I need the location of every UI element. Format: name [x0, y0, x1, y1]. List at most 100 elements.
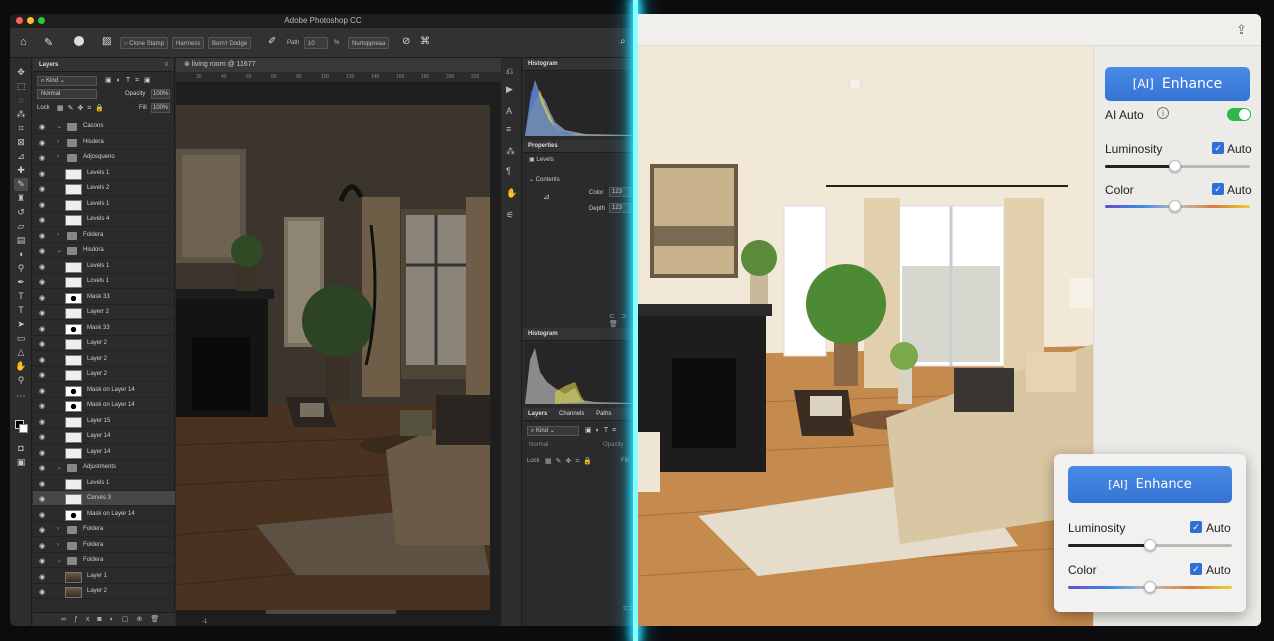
path-selection-icon[interactable]: ➤: [14, 318, 28, 331]
fill-field[interactable]: 100%: [151, 103, 170, 113]
visibility-eye-icon[interactable]: ◉: [39, 542, 45, 550]
visibility-eye-icon[interactable]: ◉: [39, 480, 45, 488]
visibility-eye-icon[interactable]: ◉: [39, 511, 45, 519]
brush-settings-icon[interactable]: ⚟: [506, 210, 514, 221]
clone-stamp-icon[interactable]: ♜: [14, 192, 28, 205]
expand-chevron-icon[interactable]: ⌄: [57, 123, 62, 130]
share-icon[interactable]: ⇪: [1236, 22, 1247, 38]
actions-icon[interactable]: ▶: [506, 84, 513, 95]
bottom-blend-mode[interactable]: Normal: [529, 442, 548, 448]
more-tools-icon[interactable]: ⋯: [14, 390, 28, 403]
history-brush-icon[interactable]: ↺: [14, 206, 28, 219]
floating-luminosity-slider[interactable]: [1068, 539, 1232, 551]
floating-luminosity-auto-checkbox[interactable]: ✓: [1190, 521, 1202, 533]
brush-preset-icon[interactable]: [74, 36, 84, 46]
history-icon[interactable]: ⎌: [506, 66, 513, 77]
canvas-photo-before[interactable]: [176, 105, 490, 610]
layer-row[interactable]: ◉ Mask on Layer 14: [33, 507, 175, 522]
layer-row[interactable]: ◉ Layer 14: [33, 445, 175, 460]
symmetry-icon[interactable]: ⌘: [420, 36, 430, 47]
canvas-photo-after[interactable]: [638, 46, 1093, 626]
quick-mask-icon[interactable]: ◘: [14, 442, 28, 455]
layer-row[interactable]: ◉ Levels 4: [33, 212, 175, 227]
visibility-eye-icon[interactable]: ◉: [39, 495, 45, 503]
bottom-kind-select[interactable]: ⌕ Kind ⌄: [527, 426, 579, 436]
floating-enhance-button[interactable]: [AI] Enhance: [1068, 466, 1232, 503]
clone-stamp-button[interactable]: ○ Clone Stamp: [120, 37, 168, 49]
layer-row[interactable]: ◉ Layer 2: [33, 336, 175, 351]
layer-row[interactable]: ◉ Mask 33: [33, 321, 175, 336]
type-vertical-icon[interactable]: T: [14, 304, 28, 317]
layer-row[interactable]: ◉ Cerves 3: [33, 491, 175, 506]
gradient-icon[interactable]: ▤: [14, 234, 28, 247]
depth-value-field[interactable]: 123: [609, 203, 631, 213]
layer-row[interactable]: ◉ › Adjosqueno: [33, 150, 175, 165]
marquee-tool-icon[interactable]: ⬚: [14, 80, 28, 93]
visibility-eye-icon[interactable]: ◉: [39, 185, 45, 193]
visibility-eye-icon[interactable]: ◉: [39, 294, 45, 302]
visibility-eye-icon[interactable]: ◉: [39, 573, 45, 581]
visibility-eye-icon[interactable]: ◉: [39, 557, 45, 565]
layer-row[interactable]: ◉ Levels 1: [33, 197, 175, 212]
visibility-eye-icon[interactable]: ◉: [39, 201, 45, 209]
pilcrow-icon[interactable]: ¶: [506, 166, 511, 176]
lock-icons[interactable]: ▦✎✥⌗🔒: [57, 104, 108, 113]
document-tab[interactable]: ⊗ living room @ 11677: [176, 58, 501, 72]
expand-chevron-icon[interactable]: ⌄: [57, 557, 62, 564]
luminosity-auto-checkbox[interactable]: ✓: [1212, 142, 1224, 154]
layer-row[interactable]: ◉ Levels 1: [33, 166, 175, 181]
adjustments-icon[interactable]: ⁂: [506, 146, 515, 157]
path-field[interactable]: 10: [304, 37, 328, 49]
layer-row[interactable]: ◉ Layer 1: [33, 569, 175, 584]
zoom-window-button[interactable]: [38, 17, 45, 24]
layer-row[interactable]: ◉ ⌄ Hisdora: [33, 243, 175, 258]
visibility-eye-icon[interactable]: ◉: [39, 588, 45, 596]
visibility-eye-icon[interactable]: ◉: [39, 232, 45, 240]
smoothing-button[interactable]: Nurtoppreaa: [348, 37, 390, 49]
triangle-icon[interactable]: △: [14, 346, 28, 359]
background-color-swatch[interactable]: [19, 424, 28, 433]
expand-chevron-icon[interactable]: ›: [57, 154, 59, 160]
layer-row[interactable]: ◉ › Foldera: [33, 522, 175, 537]
learn-icon[interactable]: ✋: [506, 188, 517, 199]
airbrush-icon[interactable]: ✐: [268, 36, 276, 47]
bottom-lock-icons[interactable]: ▦✎✥⌗🔒: [545, 457, 596, 466]
layers-footer-icons[interactable]: ∞ƒx◙◐▢⊕🗑: [33, 612, 175, 626]
close-window-button[interactable]: [16, 17, 23, 24]
layer-row[interactable]: ◉ Mask on Layer 14: [33, 398, 175, 413]
floating-color-slider-knob[interactable]: [1144, 581, 1156, 593]
visibility-eye-icon[interactable]: ◉: [39, 387, 45, 395]
minimize-window-button[interactable]: [27, 17, 34, 24]
brush-panel-icon[interactable]: ▨: [102, 36, 111, 47]
tab-channels[interactable]: Channels: [559, 411, 584, 417]
layer-row[interactable]: ◉ Levels 1: [33, 259, 175, 274]
layer-row[interactable]: ◉ Layer 2: [33, 367, 175, 382]
layer-row[interactable]: ◉ Layer 2: [33, 352, 175, 367]
ai-auto-toggle[interactable]: [1227, 108, 1251, 121]
rectangle-icon[interactable]: ▭: [14, 332, 28, 345]
tab-paths[interactable]: Paths: [596, 411, 611, 417]
visibility-eye-icon[interactable]: ◉: [39, 449, 45, 457]
layer-row[interactable]: ◉ ⌄ Adjustments: [33, 460, 175, 475]
screen-mode-icon[interactable]: ▣: [14, 456, 28, 469]
layer-row[interactable]: ◉ › Foldera: [33, 228, 175, 243]
layer-row[interactable]: ◉ › Foldera: [33, 538, 175, 553]
lasso-tool-icon[interactable]: ◌: [14, 94, 28, 107]
enhance-button[interactable]: [AI] Enhance: [1105, 67, 1250, 101]
zoom-icon[interactable]: ⚲: [14, 374, 28, 387]
color-auto-checkbox[interactable]: ✓: [1212, 183, 1224, 195]
blur-icon[interactable]: ◖: [14, 248, 28, 261]
move-tool-icon[interactable]: ✥: [14, 66, 28, 79]
canvas-scrollbar[interactable]: [266, 610, 396, 614]
expand-chevron-icon[interactable]: ›: [57, 139, 59, 145]
home-icon[interactable]: ⌂: [20, 36, 27, 48]
color-slider[interactable]: [1105, 200, 1250, 212]
panel-menu-icon[interactable]: ≡: [164, 58, 168, 72]
pressure-icon[interactable]: ⊘: [402, 36, 410, 47]
healing-brush-icon[interactable]: ✚: [14, 164, 28, 177]
visibility-eye-icon[interactable]: ◉: [39, 139, 45, 147]
visibility-eye-icon[interactable]: ◉: [39, 325, 45, 333]
luminosity-slider[interactable]: [1105, 160, 1250, 172]
visibility-eye-icon[interactable]: ◉: [39, 402, 45, 410]
paragraph-icon[interactable]: ≡: [506, 124, 511, 134]
